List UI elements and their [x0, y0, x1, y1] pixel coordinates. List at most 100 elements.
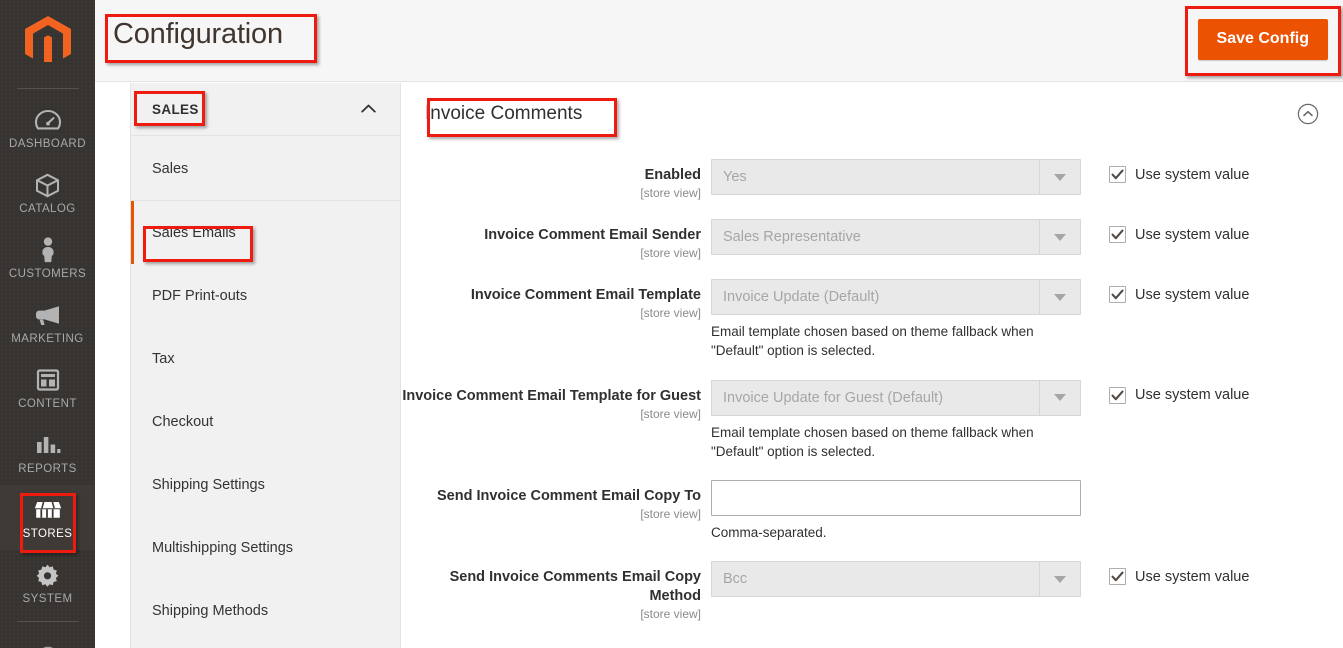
field-row-invoice-comment-email-template: Invoice Comment Email Template [store vi… [401, 279, 1343, 360]
use-system-value-checkbox[interactable] [1109, 386, 1126, 404]
nav-item-sales[interactable]: Sales [131, 138, 400, 201]
use-system-value-label[interactable]: Use system value [1135, 287, 1249, 303]
sidebar-item-content[interactable]: CONTENT [0, 355, 95, 420]
field-control: Sales Representative [711, 219, 1081, 256]
field-scope-text: [store view] [640, 306, 701, 321]
nav-item-label: Checkout [152, 413, 214, 430]
field-label: Send Invoice Comments Email Copy Method … [401, 561, 711, 621]
nav-item-shipping-settings[interactable]: Shipping Settings [131, 453, 400, 516]
field-control: Invoice Update for Guest (Default) Email… [711, 379, 1081, 461]
invoice-comment-email-template-select[interactable]: Invoice Update (Default) [711, 279, 1081, 316]
field-label-text: Invoice Comment Email Template [470, 287, 701, 304]
sidebar-item-customers[interactable]: CUSTOMERS [0, 225, 95, 290]
nav-item-label: Shipping Methods [152, 602, 269, 619]
nav-item-sales-emails[interactable]: Sales Emails [131, 201, 400, 264]
magento-logo[interactable] [0, 0, 95, 82]
sidebar-item-stores[interactable]: STORES [0, 485, 95, 550]
field-row-enabled: Enabled [store view] Yes Use system valu… [401, 159, 1343, 200]
nav-item-label: PDF Print-outs [152, 287, 248, 304]
nav-item-label: Shipping Settings [152, 476, 265, 493]
sidebar-item-label: SYSTEM [22, 593, 73, 605]
use-system-value-checkbox[interactable] [1109, 286, 1126, 304]
sidebar-item-label: STORES [22, 528, 73, 540]
sidebar-item-label: MARKETING [11, 333, 84, 345]
enabled-select[interactable]: Yes [711, 159, 1081, 195]
chevron-down-icon[interactable] [1039, 160, 1080, 194]
field-hint: Comma-separated. [711, 524, 827, 540]
field-label-text: Send Invoice Comments Email Copy Method [449, 569, 701, 605]
chevron-up-icon[interactable] [361, 100, 376, 118]
use-system-value-group: Use system value [1081, 219, 1249, 244]
field-label-text: Send Invoice Comment Email Copy To [437, 487, 701, 504]
sidebar-item-catalog[interactable]: CATALOG [0, 160, 95, 225]
field-label-text: Invoice Comment Email Template for Guest [402, 387, 701, 404]
nav-item-label: Sales [152, 161, 189, 177]
sidebar-item-label: DASHBOARD [9, 138, 86, 150]
admin-configuration-page: DASHBOARD CATALOG CUSTOMERS MARKETING CO… [0, 0, 1343, 648]
nav-item-checkout[interactable]: Checkout [131, 390, 400, 453]
nav-item-label: Multishipping Settings [152, 539, 294, 556]
use-system-value-checkbox[interactable] [1109, 568, 1126, 586]
field-label: Enabled [store view] [401, 159, 711, 200]
nav-item-label: Tax [152, 350, 175, 367]
field-label: Invoice Comment Email Sender [store view… [401, 219, 711, 260]
field-control: Invoice Update (Default) Email template … [711, 279, 1081, 360]
section-title: Invoice Comments [425, 103, 583, 124]
select-value: Bcc [723, 571, 748, 588]
sidebar-item-partners-extensions[interactable] [0, 628, 95, 648]
select-value: Sales Representative [723, 229, 861, 246]
marketing-icon [34, 302, 61, 328]
sidebar-item-dashboard[interactable]: DASHBOARD [0, 95, 95, 160]
use-system-value-label[interactable]: Use system value [1135, 387, 1249, 403]
save-config-button[interactable]: Save Config [1197, 19, 1328, 60]
content-icon [36, 367, 60, 393]
field-row-invoice-comment-email-sender: Invoice Comment Email Sender [store view… [401, 219, 1343, 260]
invoice-comment-email-sender-select[interactable]: Sales Representative [711, 219, 1081, 256]
sidebar-item-system[interactable]: SYSTEM [0, 550, 95, 615]
use-system-value-group: Use system value [1081, 561, 1249, 586]
sidebar-item-label: CATALOG [19, 203, 76, 215]
sidebar-item-reports[interactable]: REPORTS [0, 420, 95, 485]
field-row-send-invoice-comments-email-copy-method: Send Invoice Comments Email Copy Method … [401, 561, 1343, 621]
admin-sidebar-rail: DASHBOARD CATALOG CUSTOMERS MARKETING CO… [0, 0, 95, 648]
chevron-down-icon[interactable] [1039, 280, 1080, 315]
chevron-down-icon[interactable] [1039, 562, 1080, 597]
chevron-down-icon[interactable] [1039, 220, 1080, 255]
nav-section-sales[interactable]: SALES [131, 83, 400, 136]
use-system-value-label[interactable]: Use system value [1135, 227, 1249, 243]
use-system-value-checkbox[interactable] [1109, 226, 1126, 244]
nav-item-multishipping-settings[interactable]: Multishipping Settings [131, 516, 400, 579]
sidebar-item-label: REPORTS [18, 463, 77, 475]
invoice-comment-email-template-for-guest-select[interactable]: Invoice Update for Guest (Default) [711, 379, 1081, 416]
field-label: Invoice Comment Email Template [store vi… [401, 279, 711, 320]
use-system-value-label[interactable]: Use system value [1135, 569, 1249, 585]
chevron-down-icon[interactable] [1039, 380, 1080, 415]
page-title: Configuration [113, 18, 283, 50]
field-label-text: Enabled [644, 167, 701, 183]
use-system-value-group: Use system value [1081, 279, 1249, 304]
configuration-nav-panel: SALES Sales Sales Emails PDF Print-outs … [130, 83, 401, 648]
field-hint: Email template chosen based on theme fal… [711, 324, 1034, 359]
select-value: Invoice Update (Default) [723, 289, 880, 306]
nav-item-shipping-methods[interactable]: Shipping Methods [131, 579, 400, 642]
nav-item-pdf-print-outs[interactable]: PDF Print-outs [131, 264, 400, 327]
field-control: Comma-separated. [711, 479, 1081, 542]
nav-item-label: Sales Emails [152, 224, 236, 241]
field-scope-text: [store view] [640, 507, 701, 521]
send-invoice-comments-email-copy-method-select[interactable]: Bcc [711, 561, 1081, 598]
sidebar-item-marketing[interactable]: MARKETING [0, 290, 95, 355]
sidebar-item-label: CUSTOMERS [8, 268, 87, 280]
field-control: Bcc [711, 561, 1081, 598]
field-row-send-invoice-comment-email-copy-to: Send Invoice Comment Email Copy To [stor… [401, 479, 1343, 542]
field-scope-text: [store view] [640, 246, 701, 261]
send-invoice-comment-email-copy-to-input[interactable] [711, 479, 1081, 516]
reports-icon [35, 432, 61, 458]
dashboard-icon [34, 107, 61, 133]
use-system-value-checkbox[interactable] [1109, 166, 1126, 183]
customers-icon [39, 237, 57, 263]
nav-item-tax[interactable]: Tax [131, 327, 400, 390]
extensions-icon [35, 640, 61, 648]
use-system-value-label[interactable]: Use system value [1135, 167, 1249, 183]
circle-chevron-up-icon[interactable] [1297, 103, 1319, 125]
field-row-invoice-comment-email-template-for-guest: Invoice Comment Email Template for Guest… [401, 379, 1343, 461]
